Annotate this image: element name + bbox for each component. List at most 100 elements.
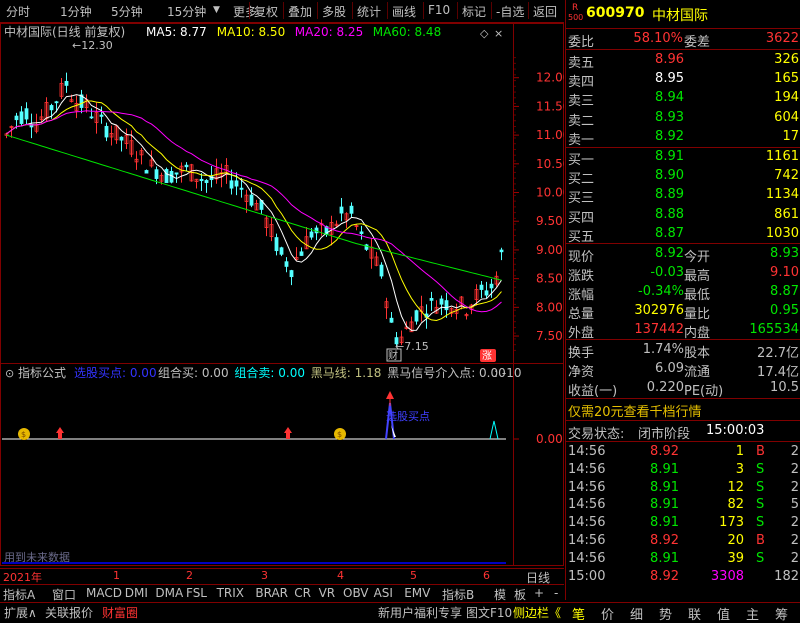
toolbar-button-5[interactable]: F10 (428, 3, 450, 17)
future-data-note: 用到未来数据 (4, 550, 70, 564)
finance-marker[interactable]: 财 (386, 348, 402, 362)
toolbar-divider (352, 2, 353, 19)
indicator-tab-指标a[interactable]: 指标A (3, 586, 35, 603)
orderbook-row[interactable]: 买二 8.90 742 (566, 167, 800, 187)
quote-tab-4[interactable]: 联 (688, 604, 701, 623)
bottom-tab-2[interactable]: 财富圈 (102, 604, 138, 621)
toolbar-button-0[interactable]: 复权 (254, 3, 278, 20)
bottom-link-2[interactable]: 侧边栏《 (513, 604, 561, 621)
toolbar-button-2[interactable]: 多股 (322, 3, 346, 20)
indicator-tab-right-0[interactable]: 指标B (442, 586, 474, 603)
tick-volume: 173 (719, 515, 744, 531)
stat-label: 总量 (568, 307, 595, 322)
indicator-tab-asi[interactable]: ASI (374, 586, 393, 600)
quote-tab-2[interactable]: 细 (630, 604, 643, 623)
period-label[interactable]: 日线 (526, 569, 550, 586)
toolbar-item-2[interactable]: 5分钟 (111, 3, 143, 20)
indicator-collapse-icon[interactable]: ⊙ (5, 367, 14, 380)
toolbar-item-0[interactable]: 分时 (6, 3, 30, 20)
indicator-value-2: 组合卖: 0.00 (234, 365, 305, 380)
orderbook-row[interactable]: 买一 8.91 1161 (566, 148, 800, 168)
toolbar-button-6[interactable]: 标记 (462, 3, 486, 20)
indicator-tab-obv[interactable]: OBV (343, 586, 369, 600)
stat-row: 外盘 137442 内盘 165534 (566, 321, 800, 341)
divider (566, 339, 800, 340)
quote-tab-7[interactable]: 筹 (775, 604, 788, 623)
quote-tab-6[interactable]: 主 (746, 604, 759, 623)
stat-value: 9.10 (770, 265, 799, 280)
toolbar-item-1[interactable]: 1分钟 (60, 3, 92, 20)
toolbar-button-8[interactable]: 返回 (533, 3, 557, 20)
indicator-tab-trix[interactable]: TRIX (217, 586, 244, 600)
bottom-link-0[interactable]: 新用户福利专享 (378, 604, 462, 621)
indicator-tab-cr[interactable]: CR (294, 586, 311, 600)
quote-tab-1[interactable]: 价 (601, 604, 614, 623)
toolbar-divider (387, 2, 388, 19)
candle-body (174, 172, 179, 175)
indicator-tab-dma[interactable]: DMA (155, 586, 183, 600)
indicator-tab-brar[interactable]: BRAR (255, 586, 288, 600)
time-axis-year: 2021年 (3, 571, 42, 584)
indicator-tab-right-1[interactable]: 模 (494, 586, 506, 603)
indicator-tab-right-4[interactable]: - (554, 586, 558, 600)
toolbar-button-7[interactable]: -自选 (496, 3, 524, 20)
tick-side: S (756, 550, 765, 566)
limit-up-marker[interactable]: 涨 (480, 349, 496, 362)
tick-side: S (756, 461, 765, 477)
indicator-tab-dmi[interactable]: DMI (125, 586, 148, 600)
tick-count: 2 (790, 444, 799, 459)
candle-body (164, 169, 169, 183)
orderbook-row[interactable]: 卖四 8.95 165 (566, 70, 800, 90)
orderbook-row[interactable]: 买五 8.87 1030 (566, 225, 800, 245)
orderbook-row[interactable]: 卖三 8.94 194 (566, 89, 800, 109)
toolbar-button-3[interactable]: 统计 (357, 3, 381, 20)
diamond-icon[interactable]: ◇ (480, 27, 489, 40)
quote-tab-5[interactable]: 值 (717, 604, 730, 623)
orderbook-row[interactable]: 卖一 8.92 17 (566, 128, 800, 148)
level-volume: 861 (774, 206, 799, 222)
indicator-tab-right-3[interactable]: + (534, 586, 544, 600)
kline-chart-area[interactable]: 中材国际(日线 前复权) MA5: 8.77 MA10: 8.50 MA20: 8.2… (0, 23, 570, 566)
toolbar-button-1[interactable]: 叠加 (288, 3, 312, 20)
stat-value: 137442 (634, 322, 684, 337)
toolbar-button-4[interactable]: 画线 (392, 3, 416, 20)
promo-link[interactable]: 仅需20元查看千档行情 (568, 401, 800, 420)
kline-chart[interactable]: 中材国际(日线 前复权) MA5: 8.77 MA10: 8.50 MA20: 8.2… (0, 23, 570, 566)
ma-label-1: MA10: 8.50 (217, 25, 285, 39)
bottom-tab-1[interactable]: 关联报价 (45, 604, 93, 621)
stock-code: 600970 (586, 5, 645, 21)
more-dropdown-icon[interactable]: ▼ (213, 5, 220, 15)
candle-body (289, 270, 294, 278)
orderbook-row[interactable]: 买四 8.88 861 (566, 206, 800, 226)
candle-body (489, 283, 494, 289)
tick-side: S (756, 515, 765, 531)
stat-value: 8.93 (770, 246, 799, 261)
time-axis-month: 6 (483, 569, 490, 582)
indicator-tab-right-2[interactable]: 板 (514, 586, 526, 603)
tick-time: 14:56 (568, 444, 606, 459)
bottom-link-1[interactable]: 图文F10 (466, 604, 512, 621)
bottom-bar: 扩展∧ 关联报价 财富圈 新用户福利专享 图文F10 侧边栏《笔价细势联值主筹 (0, 602, 800, 623)
orderbook-row[interactable]: 买三 8.89 1134 (566, 186, 800, 206)
level-price: 8.96 (655, 52, 684, 67)
indicator-tab-emv[interactable]: EMV (404, 586, 430, 600)
indicator-tick-label: 0.00 (536, 432, 563, 446)
level-label: 买五 (568, 229, 595, 245)
bottom-tab-0[interactable]: 扩展∧ (4, 604, 37, 621)
indicator-tab-vr[interactable]: VR (319, 586, 336, 600)
indicator-tab-窗口[interactable]: 窗口 (52, 586, 76, 603)
tick-price: 8.92 (650, 568, 679, 584)
candle-body (249, 194, 254, 206)
orderbook-row[interactable]: 卖二 8.93 604 (566, 109, 800, 129)
candle-body (184, 164, 189, 168)
indicator-tab-macd[interactable]: MACD (86, 586, 122, 600)
close-icon[interactable]: × (494, 27, 503, 40)
quote-tab-0[interactable]: 笔 (572, 604, 585, 623)
toolbar-item-3[interactable]: 15分钟 (167, 3, 206, 20)
indicator-tab-fsl[interactable]: FSL (186, 586, 207, 600)
quote-tab-3[interactable]: 势 (659, 604, 672, 623)
indicator-value-4: 黑马信号介入点: 0.00 (387, 366, 506, 380)
candle-body (299, 251, 304, 256)
toolbar-divider (423, 2, 424, 19)
orderbook-row[interactable]: 卖五 8.96 326 (566, 51, 800, 71)
